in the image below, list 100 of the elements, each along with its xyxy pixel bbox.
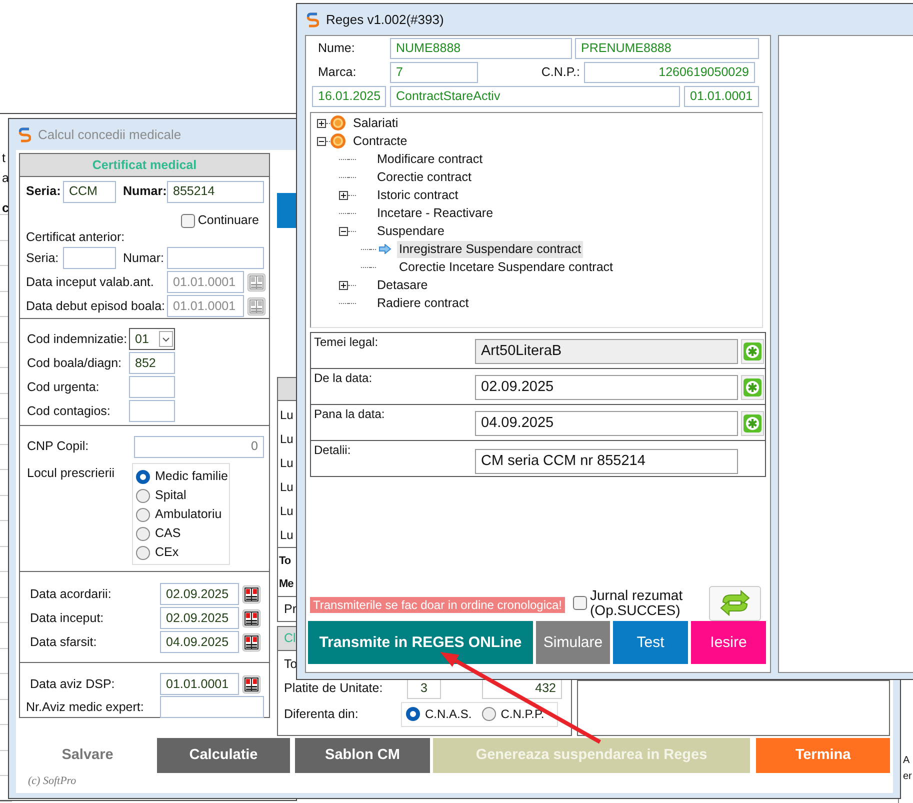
text-field[interactable]: 852 <box>129 352 175 374</box>
field-label: Temei legal: <box>313 334 380 351</box>
text-field[interactable]: 02.09.2025 <box>475 375 738 400</box>
calendar-icon[interactable] <box>242 674 261 694</box>
window-title: Reges v1.002(#393) <box>326 12 444 28</box>
text-field[interactable]: ContractStareActiv <box>390 86 680 107</box>
row-label: Me <box>279 578 294 592</box>
text-field[interactable] <box>167 247 264 269</box>
folder-circle-icon <box>330 133 346 149</box>
field-label: Data debut episod boala: <box>26 298 166 314</box>
checkbox-label: Jurnal rezumat (Op.SUCCES) <box>590 588 684 618</box>
radio-option[interactable]: Spital <box>136 486 226 505</box>
asterisk-icon[interactable] <box>743 342 762 361</box>
field-label: Nume: <box>318 41 356 56</box>
text-fragment: t <box>2 151 6 166</box>
calendar-icon[interactable] <box>242 632 261 652</box>
field-label: Detalii: <box>313 442 352 459</box>
tree-item[interactable]: Radiere contract <box>375 294 471 312</box>
action-button[interactable]: Simulare <box>536 621 610 664</box>
field-label: Cod contagios: <box>27 404 112 418</box>
tree-item[interactable]: Suspendare <box>375 222 446 240</box>
tree-item[interactable]: Istoric contract <box>375 186 460 204</box>
arrow-icon <box>379 244 391 254</box>
text-field[interactable]: CM seria CCM nr 855214 <box>475 449 738 474</box>
panel-header: Cl <box>284 631 296 646</box>
text-field[interactable]: 7 <box>390 62 478 83</box>
date-field[interactable]: 04.09.2025 <box>160 631 239 653</box>
tree-item[interactable]: Corectie Incetare Suspendare contract <box>397 258 616 276</box>
radio-option[interactable]: C.N.A.S. <box>406 704 472 724</box>
tree-toggle[interactable] <box>317 118 326 128</box>
radio-option[interactable]: CAS <box>136 524 226 543</box>
row-label: Lu <box>280 432 294 446</box>
text-field[interactable]: 04.09.2025 <box>475 411 738 436</box>
tree-item[interactable]: Salariati <box>351 114 400 132</box>
field-label: Data inceput: <box>30 610 105 626</box>
tree-toggle[interactable] <box>317 136 326 146</box>
text-field[interactable] <box>63 247 116 269</box>
field-label: Cod urgenta: <box>27 380 100 394</box>
text-field[interactable] <box>129 400 175 422</box>
text-field[interactable]: 0 <box>134 436 264 458</box>
text-fragment: c <box>2 201 9 216</box>
asterisk-icon[interactable] <box>743 378 762 397</box>
radio-option[interactable]: Medic familie <box>136 467 226 486</box>
date-field[interactable]: 02.09.2025 <box>160 607 239 629</box>
field-label: CNP Copil: <box>27 439 90 454</box>
text-fragment: er <box>903 771 912 783</box>
text-field[interactable]: 16.01.2025 <box>312 86 386 107</box>
field-label: C.N.P.: <box>540 65 581 80</box>
row-label: Platite de Unitate: <box>284 680 384 696</box>
radio-option[interactable]: CEx <box>136 543 226 562</box>
checkbox[interactable] <box>180 214 195 228</box>
dropdown[interactable]: 01 <box>129 328 175 350</box>
calendar-icon[interactable] <box>242 608 261 628</box>
text-field[interactable]: Art50LiteraB <box>475 339 738 364</box>
row-label: Lu <box>280 480 294 494</box>
refresh-button[interactable] <box>709 586 762 620</box>
calendar-icon[interactable] <box>242 584 261 604</box>
panel-header: Certificat medical <box>20 154 269 177</box>
date-field[interactable]: 01.01.0001 <box>160 673 239 695</box>
text-field[interactable]: CCM <box>63 180 116 202</box>
field-label: Data inceput valab.ant. <box>26 274 155 290</box>
action-button[interactable]: Test <box>613 621 688 664</box>
text-fragment: a <box>2 171 9 186</box>
checkbox[interactable] <box>573 596 588 610</box>
tree-toggle[interactable] <box>339 190 348 200</box>
radio-option[interactable]: C.N.P.P. <box>482 704 544 724</box>
action-button[interactable]: Transmite in REGES ONLine <box>308 621 533 664</box>
text-area[interactable] <box>577 680 890 736</box>
tree-item[interactable]: Incetare - Reactivare <box>375 204 496 222</box>
text-field[interactable] <box>160 696 264 718</box>
asterisk-icon[interactable] <box>743 414 762 433</box>
text-field[interactable]: 01.01.0001 <box>684 86 759 107</box>
checkbox-label: Continuare <box>198 213 259 228</box>
field-label: Numar: <box>123 250 165 266</box>
field-label: Cod boala/diagn: <box>27 356 123 370</box>
tree-item[interactable]: Modificare contract <box>375 150 485 168</box>
field-label: Locul prescrierii <box>27 466 116 481</box>
text-field[interactable]: 1260619050029 <box>584 62 755 83</box>
date-field[interactable]: 02.09.2025 <box>160 583 239 605</box>
tree-item[interactable]: Corectie contract <box>375 168 474 186</box>
text-field[interactable]: NUME8888 <box>390 38 572 59</box>
field-label: Data sfarsit: <box>30 634 98 650</box>
dropdown-caret-icon <box>159 331 173 347</box>
tree-item[interactable]: Detasare <box>375 276 430 294</box>
action-button[interactable]: Calculatie <box>157 738 290 773</box>
tree-toggle[interactable] <box>339 226 348 236</box>
text-field[interactable] <box>129 376 175 398</box>
field-label: De la data: <box>313 370 374 387</box>
tree-item[interactable]: Inregistrare Suspendare contract <box>397 240 584 258</box>
tree-item[interactable]: Contracte <box>351 132 410 150</box>
window-title: Calcul concedii medicale <box>38 126 182 142</box>
action-button[interactable]: Iesire <box>691 621 766 664</box>
folder-circle-icon <box>330 115 346 131</box>
text-field[interactable]: PRENUME8888 <box>575 38 759 59</box>
refresh-icon <box>719 590 752 616</box>
row-label: Diferenta din: <box>284 706 360 722</box>
radio-option[interactable]: Ambulatoriu <box>136 505 226 524</box>
tree-toggle[interactable] <box>339 280 348 290</box>
text-field[interactable]: 855214 <box>167 180 264 202</box>
action-button[interactable]: Sablon CM <box>295 738 430 773</box>
